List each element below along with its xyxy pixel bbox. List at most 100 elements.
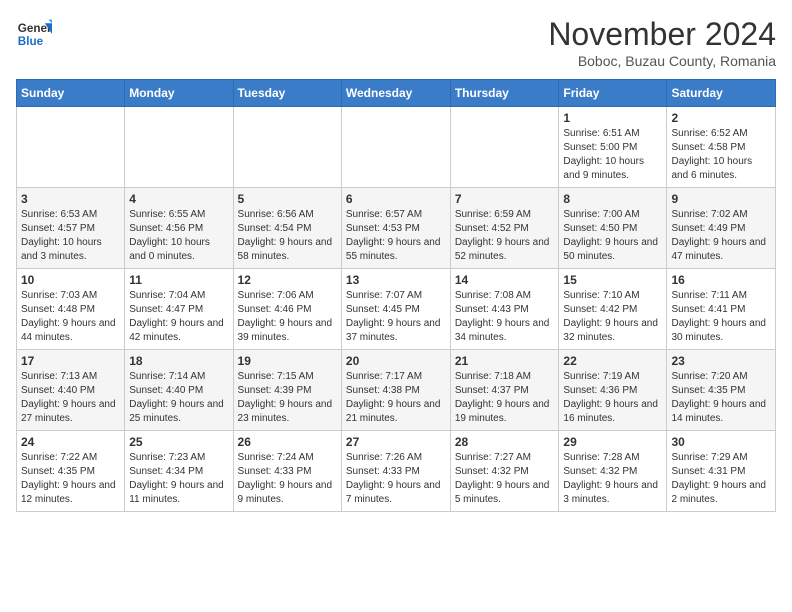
day-number: 28 [455, 435, 555, 449]
day-number: 9 [671, 192, 771, 206]
day-number: 12 [238, 273, 337, 287]
logo: General Blue [16, 16, 52, 52]
calendar-cell: 7 Sunrise: 6:59 AM Sunset: 4:52 PM Daylig… [450, 188, 559, 269]
day-info: Sunrise: 7:28 AM Sunset: 4:32 PM Dayligh… [563, 451, 662, 507]
day-info: Sunrise: 7:11 AM Sunset: 4:41 PM Dayligh… [671, 289, 771, 345]
day-of-week-header: Monday [125, 80, 233, 107]
day-info: Sunrise: 7:24 AM Sunset: 4:33 PM Dayligh… [238, 451, 337, 507]
calendar-cell: 2 Sunrise: 6:52 AM Sunset: 4:58 PM Daylig… [667, 107, 776, 188]
calendar-cell: 5 Sunrise: 6:56 AM Sunset: 4:54 PM Daylig… [233, 188, 341, 269]
calendar-cell: 19 Sunrise: 7:15 AM Sunset: 4:39 PM Dayli… [233, 350, 341, 431]
day-info: Sunrise: 6:56 AM Sunset: 4:54 PM Dayligh… [238, 208, 337, 264]
day-number: 24 [21, 435, 120, 449]
day-number: 22 [563, 354, 662, 368]
day-number: 21 [455, 354, 555, 368]
calendar-cell [125, 107, 233, 188]
calendar-cell: 26 Sunrise: 7:24 AM Sunset: 4:33 PM Dayli… [233, 431, 341, 512]
calendar-cell: 27 Sunrise: 7:26 AM Sunset: 4:33 PM Dayli… [341, 431, 450, 512]
day-info: Sunrise: 6:55 AM Sunset: 4:56 PM Dayligh… [129, 208, 228, 264]
calendar-cell: 15 Sunrise: 7:10 AM Sunset: 4:42 PM Dayli… [559, 269, 667, 350]
day-info: Sunrise: 7:08 AM Sunset: 4:43 PM Dayligh… [455, 289, 555, 345]
day-info: Sunrise: 7:17 AM Sunset: 4:38 PM Dayligh… [346, 370, 446, 426]
day-number: 13 [346, 273, 446, 287]
calendar-cell: 17Sunrise: 7:13 AM Sunset: 4:40 PM Dayli… [17, 350, 125, 431]
day-number: 11 [129, 273, 228, 287]
svg-text:Blue: Blue [18, 35, 44, 48]
day-info: Sunrise: 7:20 AM Sunset: 4:35 PM Dayligh… [671, 370, 771, 426]
day-number: 8 [563, 192, 662, 206]
day-number: 27 [346, 435, 446, 449]
day-info: Sunrise: 7:00 AM Sunset: 4:50 PM Dayligh… [563, 208, 662, 264]
day-of-week-header: Friday [559, 80, 667, 107]
day-info: Sunrise: 7:14 AM Sunset: 4:40 PM Dayligh… [129, 370, 228, 426]
calendar-cell: 9 Sunrise: 7:02 AM Sunset: 4:49 PM Daylig… [667, 188, 776, 269]
day-number: 1 [563, 111, 662, 125]
day-info: Sunrise: 7:29 AM Sunset: 4:31 PM Dayligh… [671, 451, 771, 507]
title-area: November 2024 Boboc, Buzau County, Roman… [548, 16, 776, 69]
calendar-cell: 22 Sunrise: 7:19 AM Sunset: 4:36 PM Dayli… [559, 350, 667, 431]
day-number: 4 [129, 192, 228, 206]
day-number: 2 [671, 111, 771, 125]
calendar-cell: 13 Sunrise: 7:07 AM Sunset: 4:45 PM Dayli… [341, 269, 450, 350]
day-info: Sunrise: 7:18 AM Sunset: 4:37 PM Dayligh… [455, 370, 555, 426]
day-number: 15 [563, 273, 662, 287]
calendar-cell [450, 107, 559, 188]
day-number: 10 [21, 273, 120, 287]
day-number: 25 [129, 435, 228, 449]
day-of-week-header: Thursday [450, 80, 559, 107]
day-number: 16 [671, 273, 771, 287]
day-info: Sunrise: 7:10 AM Sunset: 4:42 PM Dayligh… [563, 289, 662, 345]
day-info: Sunrise: 7:02 AM Sunset: 4:49 PM Dayligh… [671, 208, 771, 264]
day-number: 26 [238, 435, 337, 449]
day-info: Sunrise: 7:27 AM Sunset: 4:32 PM Dayligh… [455, 451, 555, 507]
day-info: Sunrise: 7:22 AM Sunset: 4:35 PM Dayligh… [21, 451, 120, 507]
day-info: Sunrise: 7:15 AM Sunset: 4:39 PM Dayligh… [238, 370, 337, 426]
calendar-cell: 21 Sunrise: 7:18 AM Sunset: 4:37 PM Dayli… [450, 350, 559, 431]
calendar-cell: 20 Sunrise: 7:17 AM Sunset: 4:38 PM Dayli… [341, 350, 450, 431]
calendar-cell: 30 Sunrise: 7:29 AM Sunset: 4:31 PM Dayli… [667, 431, 776, 512]
day-number: 23 [671, 354, 771, 368]
calendar-week-row: 10 Sunrise: 7:03 AM Sunset: 4:48 PM Dayli… [17, 269, 776, 350]
logo-icon: General Blue [16, 16, 52, 52]
calendar-week-row: 3Sunrise: 6:53 AM Sunset: 4:57 PM Daylig… [17, 188, 776, 269]
day-info: Sunrise: 7:06 AM Sunset: 4:46 PM Dayligh… [238, 289, 337, 345]
day-info: Sunrise: 7:07 AM Sunset: 4:45 PM Dayligh… [346, 289, 446, 345]
calendar-cell: 11 Sunrise: 7:04 AM Sunset: 4:47 PM Dayli… [125, 269, 233, 350]
day-number: 6 [346, 192, 446, 206]
calendar-cell: 23 Sunrise: 7:20 AM Sunset: 4:35 PM Dayli… [667, 350, 776, 431]
day-number: 19 [238, 354, 337, 368]
day-info: Sunrise: 6:53 AM Sunset: 4:57 PM Dayligh… [21, 208, 120, 264]
day-number: 30 [671, 435, 771, 449]
calendar-cell: 28 Sunrise: 7:27 AM Sunset: 4:32 PM Dayli… [450, 431, 559, 512]
day-info: Sunrise: 7:26 AM Sunset: 4:33 PM Dayligh… [346, 451, 446, 507]
calendar-cell: 29 Sunrise: 7:28 AM Sunset: 4:32 PM Dayli… [559, 431, 667, 512]
calendar-cell: 14 Sunrise: 7:08 AM Sunset: 4:43 PM Dayli… [450, 269, 559, 350]
day-info: Sunrise: 6:59 AM Sunset: 4:52 PM Dayligh… [455, 208, 555, 264]
calendar-cell: 10 Sunrise: 7:03 AM Sunset: 4:48 PM Dayli… [17, 269, 125, 350]
day-info: Sunrise: 6:51 AM Sunset: 5:00 PM Dayligh… [563, 127, 662, 183]
subtitle: Boboc, Buzau County, Romania [548, 53, 776, 69]
day-info: Sunrise: 7:19 AM Sunset: 4:36 PM Dayligh… [563, 370, 662, 426]
day-of-week-header: Sunday [17, 80, 125, 107]
day-of-week-header: Saturday [667, 80, 776, 107]
calendar-cell [17, 107, 125, 188]
calendar-cell: 25Sunrise: 7:23 AM Sunset: 4:34 PM Dayli… [125, 431, 233, 512]
month-title: November 2024 [548, 16, 776, 53]
calendar-cell: 3Sunrise: 6:53 AM Sunset: 4:57 PM Daylig… [17, 188, 125, 269]
calendar-cell: 16 Sunrise: 7:11 AM Sunset: 4:41 PM Dayli… [667, 269, 776, 350]
day-number: 18 [129, 354, 228, 368]
calendar-cell: 6 Sunrise: 6:57 AM Sunset: 4:53 PM Daylig… [341, 188, 450, 269]
calendar-cell: 24 Sunrise: 7:22 AM Sunset: 4:35 PM Dayli… [17, 431, 125, 512]
day-number: 7 [455, 192, 555, 206]
day-number: 14 [455, 273, 555, 287]
day-number: 20 [346, 354, 446, 368]
day-info: Sunrise: 7:04 AM Sunset: 4:47 PM Dayligh… [129, 289, 228, 345]
calendar-cell [233, 107, 341, 188]
calendar-cell [341, 107, 450, 188]
day-info: Sunrise: 7:03 AM Sunset: 4:48 PM Dayligh… [21, 289, 120, 345]
day-info: Sunrise: 6:57 AM Sunset: 4:53 PM Dayligh… [346, 208, 446, 264]
day-number: 29 [563, 435, 662, 449]
day-number: 5 [238, 192, 337, 206]
calendar-cell: 1 Sunrise: 6:51 AM Sunset: 5:00 PM Daylig… [559, 107, 667, 188]
day-info: Sunrise: 6:52 AM Sunset: 4:58 PM Dayligh… [671, 127, 771, 183]
